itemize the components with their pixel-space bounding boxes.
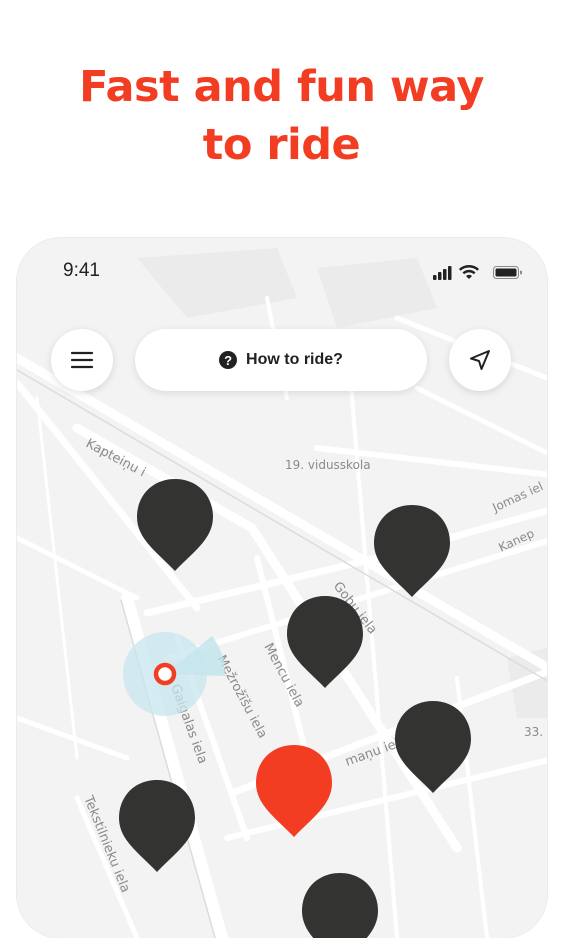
menu-icon bbox=[70, 351, 94, 369]
street-label: 19. vidusskola bbox=[285, 458, 371, 472]
scooter-pin-icon[interactable] bbox=[302, 873, 378, 938]
how-to-ride-label: How to ride? bbox=[246, 351, 343, 368]
scooter-pin-icon[interactable] bbox=[287, 596, 363, 688]
how-to-ride-button[interactable]: ? How to ride? bbox=[135, 329, 427, 391]
phone-frame: Kapteiņu i 19. vidusskola Jomas iel Kane… bbox=[17, 238, 547, 938]
question-icon: ? bbox=[219, 351, 238, 369]
scooter-pin-icon[interactable] bbox=[374, 505, 450, 597]
status-icons bbox=[433, 264, 525, 285]
battery-icon bbox=[493, 266, 522, 279]
headline-line-2: to ride bbox=[202, 120, 361, 170]
headline-line-1: Fast and fun way bbox=[79, 62, 484, 112]
scooter-pin-icon[interactable] bbox=[137, 479, 213, 571]
headline: Fast and fun way to ride bbox=[0, 58, 563, 174]
menu-button[interactable] bbox=[51, 329, 113, 391]
navigation-arrow-icon bbox=[470, 350, 490, 370]
signal-icon bbox=[433, 266, 452, 280]
wifi-icon bbox=[459, 265, 479, 279]
selected-scooter-pin-icon[interactable] bbox=[256, 745, 332, 837]
user-location-icon bbox=[153, 662, 177, 686]
scooter-pin-icon[interactable] bbox=[119, 780, 195, 872]
locate-me-button[interactable] bbox=[449, 329, 511, 391]
street-label: 33. bbox=[524, 725, 543, 739]
status-time: 9:41 bbox=[63, 260, 100, 281]
street-label: Jomas iel bbox=[489, 479, 545, 515]
